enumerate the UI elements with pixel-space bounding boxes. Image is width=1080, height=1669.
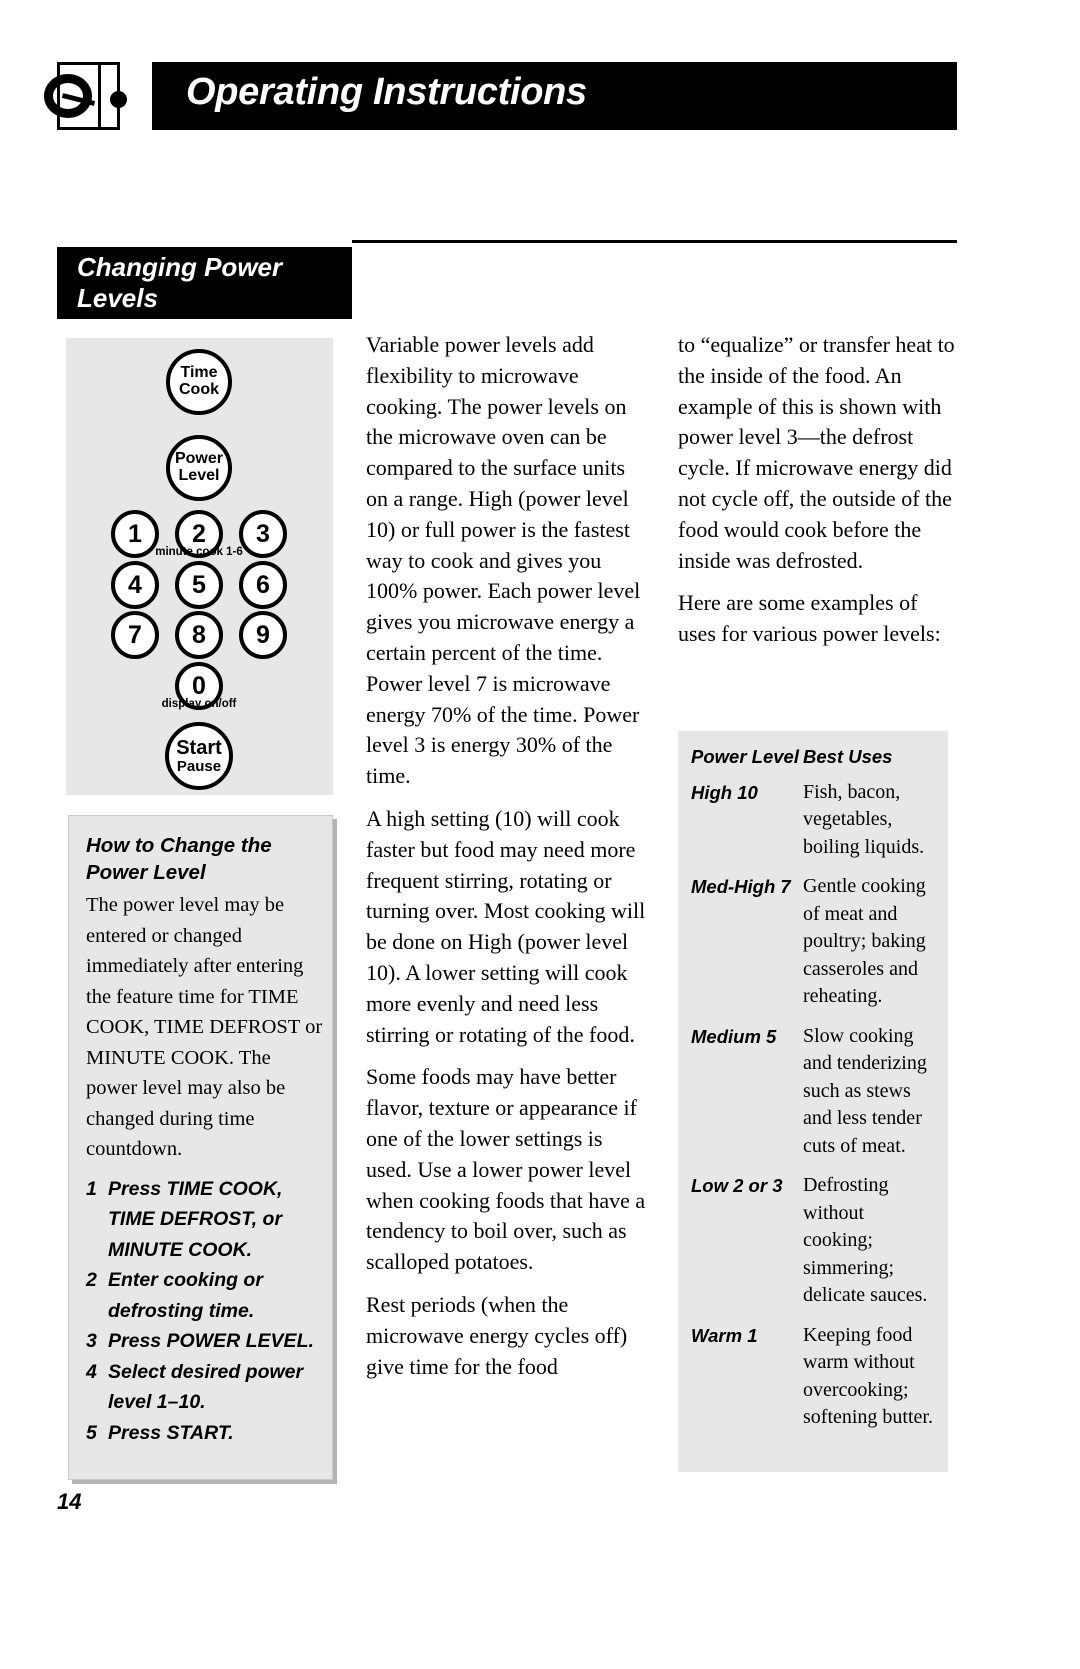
table-row: Low 2 or 3 Defrosting without cooking; s… [691, 1172, 939, 1310]
howto-step-number: 5 [86, 1421, 97, 1444]
key-power-level[interactable]: Power Level [166, 435, 232, 501]
page-number: 14 [57, 1489, 82, 1514]
key-8[interactable]: 8 [175, 611, 223, 659]
table-cell-uses: Gentle cooking of meat and poultry; baki… [803, 875, 926, 1007]
table-row: Medium 5 Slow cooking and tenderizing su… [691, 1023, 939, 1161]
table-cell-uses: Keeping food warm without overcooking; s… [803, 1323, 933, 1429]
section-title: Changing Power Levels [77, 252, 342, 314]
minute-cook-caption: minute cook 1-6 [155, 546, 243, 558]
howto-step-text: Enter cooking or defrosting time. [108, 1269, 263, 1322]
key-start-pause[interactable]: Start Pause [165, 722, 233, 790]
key-4[interactable]: 4 [111, 561, 159, 609]
section-title-line2: Levels [77, 283, 158, 313]
table-cell-uses: Defrosting without cooking; simmering; d… [803, 1174, 928, 1306]
howto-steps-list: 1 Press TIME COOK, TIME DEFROST, or MINU… [86, 1174, 324, 1449]
middle-text-column: Variable power levels add flexibility to… [366, 330, 650, 1394]
howto-step: 3 Press POWER LEVEL. [86, 1326, 324, 1357]
key-6[interactable]: 6 [239, 561, 287, 609]
power-level-best-uses-table: Power Level Best Uses High 10 Fish, baco… [678, 731, 948, 1472]
middle-paragraph-2: A high setting (10) will cook faster but… [366, 805, 646, 1047]
right-text-column: to “equalize” or transfer heat to the in… [678, 330, 958, 662]
display-onoff-caption: display on/off [161, 698, 237, 710]
right-paragraph-1: to “equalize” or transfer heat to the in… [678, 332, 955, 573]
page-header: Operating Instructions [0, 0, 1080, 150]
how-to-change-power-level-box: How to Change the Power Level The power … [68, 815, 333, 1480]
table-header-best-uses: Best Uses [803, 746, 893, 767]
table-header-row: Power Level Best Uses [691, 743, 939, 771]
keypad-diagram: Time Cook Power Level 1 2 3 minute cook … [66, 338, 333, 795]
right-paragraph-2: Here are some examples of uses for vario… [678, 590, 941, 647]
microwave-door-logo-icon [44, 62, 127, 130]
table-cell-level: Med-High 7 [691, 876, 791, 897]
table-cell-level: High 10 [691, 781, 758, 803]
howto-step: 2 Enter cooking or defrosting time. [86, 1265, 324, 1326]
table-header-power-level: Power Level [691, 746, 799, 767]
page-title: Operating Instructions [186, 71, 587, 113]
howto-step-number: 2 [86, 1269, 97, 1291]
howto-step-text: Press POWER LEVEL. [108, 1330, 314, 1352]
middle-paragraph-4: Rest periods (when the microwave energy … [366, 1291, 628, 1379]
key-power-level-line2: Level [178, 467, 220, 484]
key-power-level-line1: Power [174, 450, 223, 468]
table-cell-level: Low 2 or 3 [691, 1175, 783, 1196]
howto-step-text: Select desired power level 1–10. [108, 1360, 304, 1414]
howto-step-number: 4 [86, 1360, 97, 1383]
section-top-rule [352, 240, 957, 243]
table-cell-level: Medium 5 [691, 1025, 777, 1047]
key-time-cook-line1: Time [180, 364, 218, 382]
howto-step: 5 Press START. [86, 1418, 324, 1449]
header-bar: Operating Instructions [152, 62, 957, 130]
howto-step-text: Press TIME COOK, TIME DEFROST, or MINUTE… [108, 1177, 283, 1261]
middle-paragraph-1: Variable power levels add flexibility to… [366, 332, 641, 789]
key-9[interactable]: 9 [239, 611, 287, 659]
section-title-line1: Changing Power [77, 252, 283, 282]
howto-step: 1 Press TIME COOK, TIME DEFROST, or MINU… [86, 1174, 324, 1266]
logo-divider-shape [98, 65, 101, 127]
table-row: High 10 Fish, bacon, vegetables, boiling… [691, 779, 939, 862]
middle-paragraph-3: Some foods may have better flavor, textu… [366, 1064, 646, 1275]
howto-heading-line2: Power Level [86, 861, 206, 884]
table-cell-uses: Slow cooking and tenderizing such as ste… [803, 1024, 927, 1157]
table-row: Warm 1 Keeping food warm without overcoo… [691, 1322, 939, 1432]
key-start-line1: Start [176, 736, 222, 759]
key-5[interactable]: 5 [175, 561, 223, 609]
logo-dot-shape [110, 91, 127, 108]
table-cell-uses: Fish, bacon, vegetables, boiling liquids… [803, 780, 925, 858]
section-title-block: Changing Power Levels [57, 247, 352, 319]
table-cell-level: Warm 1 [691, 1324, 758, 1346]
howto-step-number: 1 [86, 1177, 97, 1200]
howto-heading-line1: How to Change the [86, 834, 272, 857]
howto-heading: How to Change the Power Level [86, 832, 324, 886]
key-time-cook-line2: Cook [179, 381, 219, 398]
howto-step: 4 Select desired power level 1–10. [86, 1357, 324, 1418]
howto-body-text: The power level may be entered or change… [86, 894, 323, 1160]
key-start-line2: Pause [176, 757, 222, 775]
key-7[interactable]: 7 [111, 611, 159, 659]
howto-step-number: 3 [86, 1330, 97, 1352]
key-time-cook[interactable]: Time Cook [166, 349, 232, 415]
howto-step-text: Press START. [108, 1421, 234, 1444]
table-row: Med-High 7 Gentle cooking of meat and po… [691, 873, 939, 1011]
